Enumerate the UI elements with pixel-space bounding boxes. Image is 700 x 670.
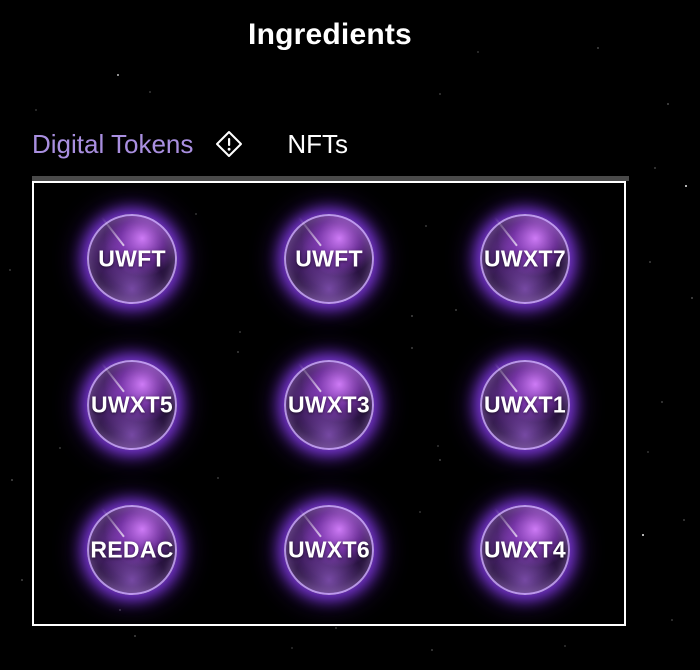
token-label: UWFT	[295, 245, 363, 272]
token-grid: UWFT UWFT UWXT7 UWXT5 UWXT3 UWXT1 REDAC …	[32, 181, 626, 626]
token-button[interactable]: UWXT6	[284, 505, 374, 595]
token-button[interactable]: UWXT3	[284, 360, 374, 450]
token-button[interactable]: UWFT	[284, 214, 374, 304]
warning-diamond-icon[interactable]	[215, 130, 243, 158]
token-label: REDAC	[90, 536, 174, 563]
token-label: UWXT4	[484, 536, 566, 563]
token-button[interactable]: UWXT5	[87, 360, 177, 450]
token-label: UWXT1	[484, 391, 566, 418]
token-button[interactable]: UWFT	[87, 214, 177, 304]
token-button[interactable]: REDAC	[87, 505, 177, 595]
token-label: UWXT6	[288, 536, 370, 563]
tab-nfts[interactable]: NFTs	[287, 129, 348, 160]
page-title: Ingredients	[248, 18, 412, 51]
token-label: UWXT5	[91, 391, 173, 418]
token-button[interactable]: UWXT4	[480, 505, 570, 595]
token-button[interactable]: UWXT1	[480, 360, 570, 450]
tab-digital-tokens[interactable]: Digital Tokens	[32, 129, 193, 160]
token-button[interactable]: UWXT7	[480, 214, 570, 304]
token-label: UWXT7	[484, 245, 566, 272]
tab-bar: Digital Tokens NFTs	[32, 124, 348, 164]
token-label: UWFT	[98, 245, 166, 272]
token-label: UWXT3	[288, 391, 370, 418]
